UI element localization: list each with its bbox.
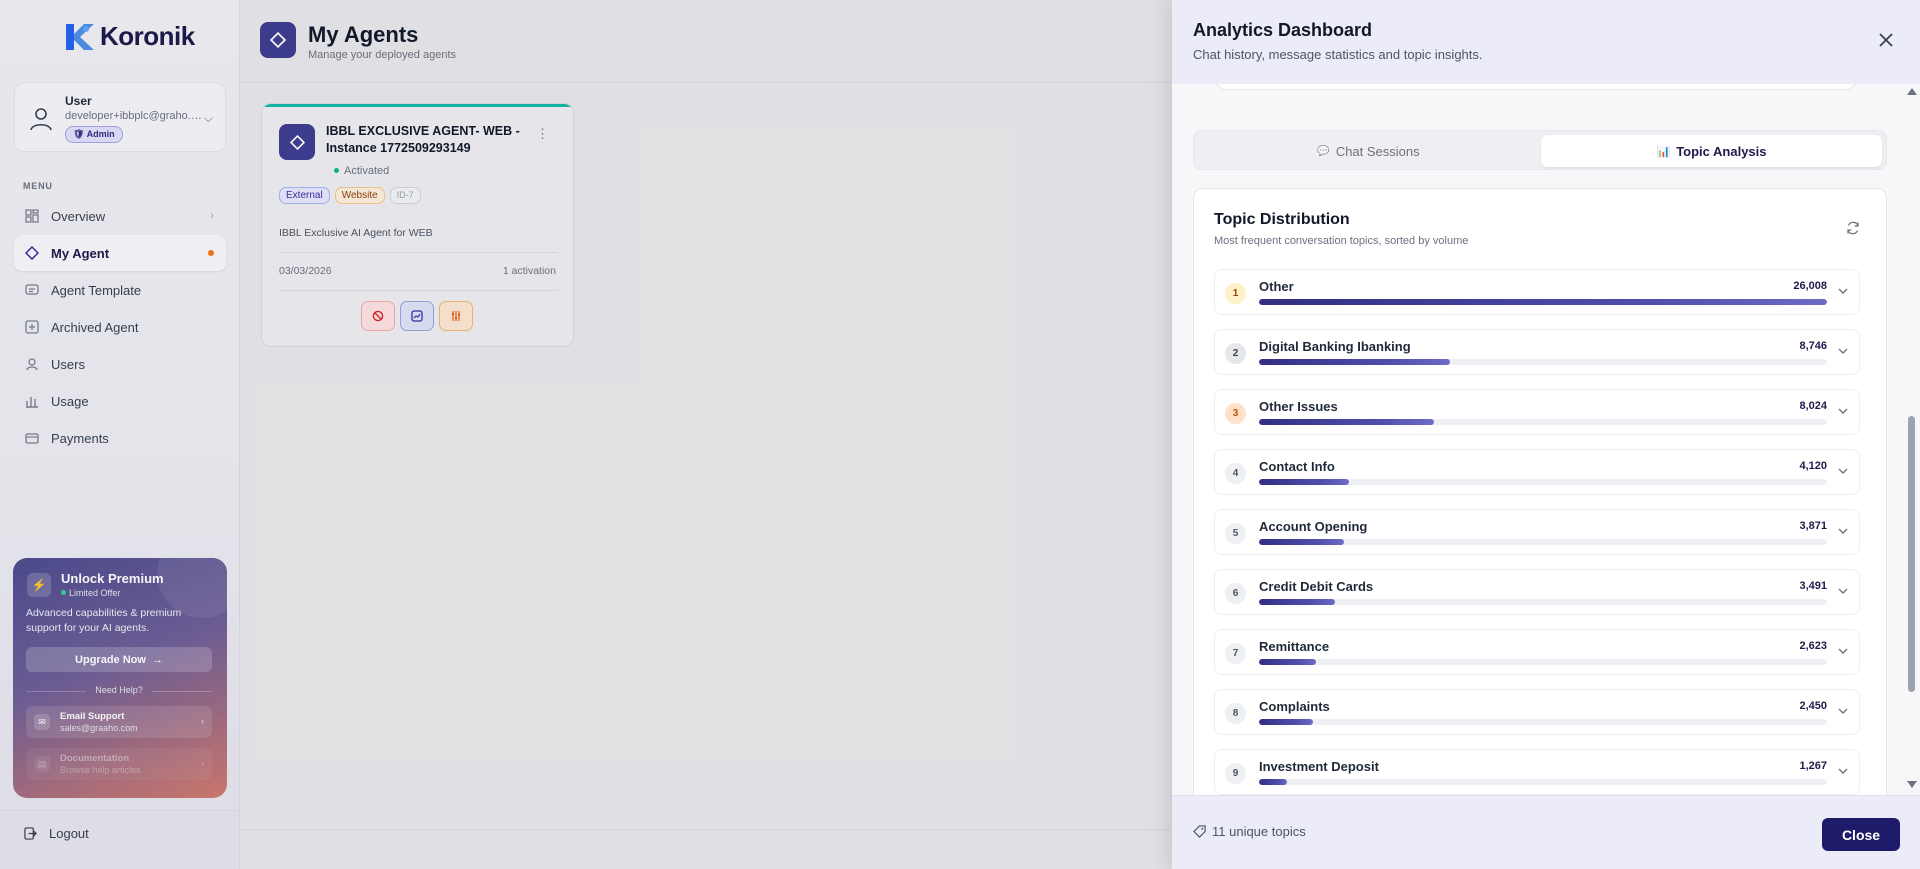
topic-rank-badge: 4 [1225, 463, 1246, 484]
topic-bar-track [1259, 419, 1827, 425]
close-button[interactable]: Close [1822, 818, 1900, 851]
panel-header: Analytics Dashboard Chat history, messag… [1172, 0, 1920, 84]
topic-row[interactable]: 4 Contact Info 4,120 [1214, 449, 1860, 495]
topic-row[interactable]: 8 Complaints 2,450 [1214, 689, 1860, 735]
topic-distribution-card: Topic Distribution Most frequent convers… [1193, 188, 1887, 795]
topic-bar [1259, 779, 1287, 785]
topic-name: Remittance [1259, 639, 1330, 654]
topic-row[interactable]: 5 Account Opening 3,871 [1214, 509, 1860, 555]
chevron-down-icon[interactable] [1837, 585, 1849, 597]
topic-distribution-title: Topic Distribution [1214, 211, 1350, 228]
unique-topics-count: 11 unique topics [1193, 824, 1306, 839]
topic-bar-track [1259, 539, 1827, 545]
chevron-down-icon[interactable] [1837, 405, 1849, 417]
topic-bar [1259, 659, 1317, 665]
tag-icon [1193, 825, 1206, 838]
topic-row[interactable]: 9 Investment Deposit 1,267 [1214, 749, 1860, 795]
topic-name: Credit Debit Cards [1259, 579, 1374, 594]
topic-list: 1 Other 26,008 2 Digital Banking Ibanking 8,7… [1214, 269, 1860, 795]
topic-rank-badge: 7 [1225, 643, 1246, 664]
chevron-down-icon[interactable] [1837, 705, 1849, 717]
scroll-down-arrow-icon[interactable] [1907, 781, 1917, 788]
topic-name: Contact Info [1259, 459, 1335, 474]
topic-bar-track [1259, 599, 1827, 605]
topic-row[interactable]: 2 Digital Banking Ibanking 8,746 [1214, 329, 1860, 375]
scrollbar-thumb[interactable] [1908, 416, 1915, 692]
previous-section-card [1216, 84, 1856, 90]
topic-rank-badge: 8 [1225, 703, 1246, 724]
chevron-down-icon[interactable] [1837, 765, 1849, 777]
topic-row[interactable]: 6 Credit Debit Cards 3,491 [1214, 569, 1860, 615]
unique-topics-label: 11 unique topics [1212, 824, 1306, 839]
close-icon[interactable] [1876, 30, 1896, 50]
topic-count: 4,120 [1799, 460, 1827, 472]
topic-count: 26,008 [1793, 280, 1827, 292]
topic-rank-badge: 1 [1225, 283, 1246, 304]
panel-footer: 11 unique topics Close [1172, 795, 1920, 869]
topic-bar-track [1259, 479, 1827, 485]
topic-name: Account Opening [1259, 519, 1368, 534]
chat-bubble-icon: 💬 [1317, 145, 1330, 157]
topic-name: Investment Deposit [1259, 759, 1379, 774]
topic-count: 2,450 [1799, 700, 1827, 712]
chevron-down-icon[interactable] [1837, 285, 1849, 297]
tab-label: Topic Analysis [1676, 143, 1767, 159]
topic-bar [1259, 299, 1827, 305]
topic-count: 3,871 [1799, 520, 1827, 532]
bar-chart-icon: 📊 [1656, 145, 1671, 158]
topic-bar-track [1259, 359, 1827, 365]
chevron-down-icon[interactable] [1837, 465, 1849, 477]
topic-bar-track [1259, 719, 1827, 725]
topic-row[interactable]: 1 Other 26,008 [1214, 269, 1860, 315]
topic-name: Other Issues [1259, 399, 1338, 414]
topic-bar-track [1259, 659, 1827, 665]
topic-distribution-subtitle: Most frequent conversation topics, sorte… [1214, 235, 1469, 247]
modal-backdrop[interactable] [0, 0, 1172, 869]
topic-rank-badge: 2 [1225, 343, 1246, 364]
panel-scroll-area[interactable]: 💬 Chat Sessions 📊 Topic Analysis Topic D… [1172, 84, 1920, 795]
topic-name: Other [1259, 279, 1294, 294]
topic-bar [1259, 599, 1336, 605]
chevron-down-icon[interactable] [1837, 645, 1849, 657]
panel-subtitle: Chat history, message statistics and top… [1193, 47, 1483, 62]
topic-count: 8,024 [1799, 400, 1827, 412]
topic-count: 2,623 [1799, 640, 1827, 652]
tab-label: Chat Sessions [1335, 143, 1420, 159]
topic-bar-track [1259, 299, 1827, 305]
topic-name: Complaints [1259, 699, 1330, 714]
topic-bar [1259, 359, 1450, 365]
topic-rank-badge: 9 [1225, 763, 1246, 784]
topic-rank-badge: 6 [1225, 583, 1246, 604]
topic-bar-track [1259, 779, 1827, 785]
topic-count: 3,491 [1799, 580, 1827, 592]
topic-name: Digital Banking Ibanking [1259, 339, 1411, 354]
panel-scrollbar[interactable] [1906, 88, 1918, 788]
topic-rank-badge: 3 [1225, 403, 1246, 424]
panel-title: Analytics Dashboard [1193, 20, 1373, 40]
chevron-down-icon[interactable] [1837, 345, 1849, 357]
analytics-panel: Analytics Dashboard Chat history, messag… [1172, 0, 1920, 869]
tab-chat-sessions[interactable]: 💬 Chat Sessions [1198, 135, 1539, 167]
topic-row[interactable]: 7 Remittance 2,623 [1214, 629, 1860, 675]
topic-bar [1259, 479, 1349, 485]
topic-bar [1259, 539, 1344, 545]
topic-rank-badge: 5 [1225, 523, 1246, 544]
scroll-up-arrow-icon[interactable] [1907, 88, 1917, 95]
analytics-tabs: 💬 Chat Sessions 📊 Topic Analysis [1193, 130, 1887, 170]
chevron-down-icon[interactable] [1837, 525, 1849, 537]
refresh-icon[interactable] [1846, 221, 1860, 235]
topic-bar [1259, 719, 1313, 725]
topic-count: 8,746 [1799, 340, 1827, 352]
topic-count: 1,267 [1799, 760, 1827, 772]
topic-row[interactable]: 3 Other Issues 8,024 [1214, 389, 1860, 435]
tab-topic-analysis[interactable]: 📊 Topic Analysis [1541, 135, 1882, 167]
topic-bar [1259, 419, 1435, 425]
